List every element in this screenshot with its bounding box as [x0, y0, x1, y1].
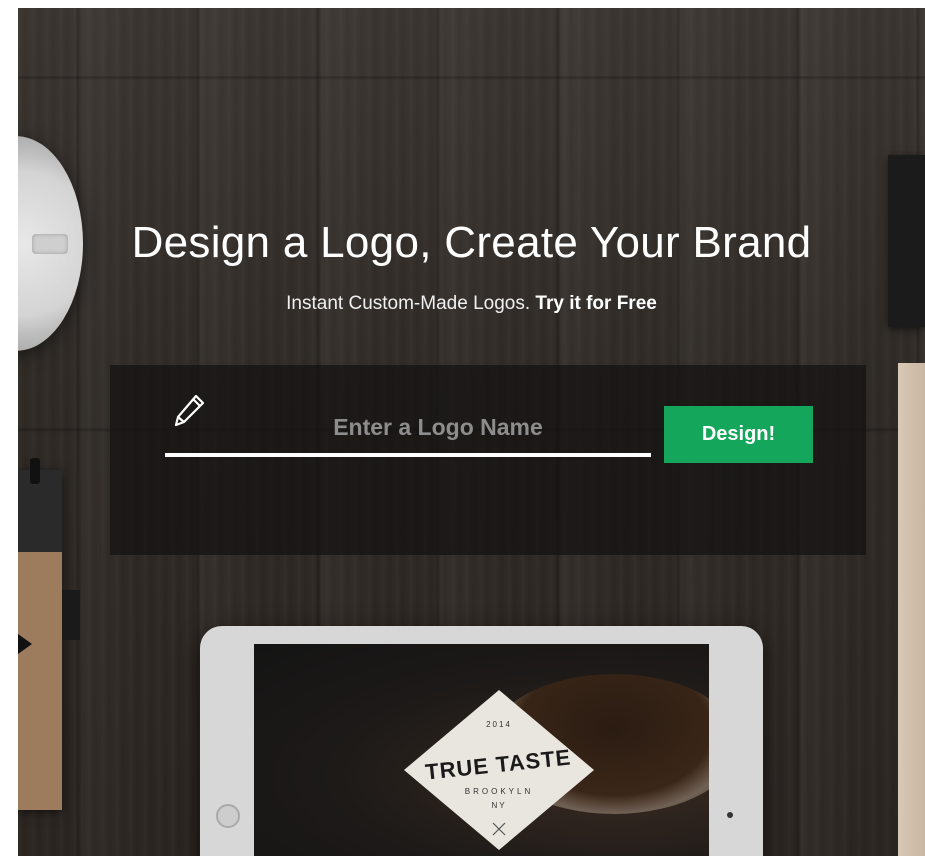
- design-button[interactable]: Design!: [664, 406, 813, 463]
- tablet-mockup-image: 2014 TRUE TASTE BROOKYLN NY: [200, 626, 763, 856]
- badge-city: BROOKYLN: [465, 787, 533, 796]
- hero-subtitle: Instant Custom-Made Logos. Try it for Fr…: [18, 293, 925, 315]
- tablet-home-button: [216, 804, 240, 828]
- journal-cover-image: [18, 470, 62, 552]
- pencil-icon: [174, 394, 205, 427]
- journal-strap-image: [62, 590, 80, 640]
- logo-name-input[interactable]: [165, 401, 651, 457]
- tablet-camera-dot: [727, 812, 733, 818]
- hero-section: Design a Logo, Create Your Brand Instant…: [18, 8, 925, 856]
- paper-bag-image: [898, 363, 925, 856]
- badge-state: NY: [491, 801, 506, 810]
- logo-form-panel: Design!: [110, 365, 866, 555]
- binder-clip-image: [30, 458, 40, 484]
- tablet-screen: 2014 TRUE TASTE BROOKYLN NY: [254, 644, 709, 856]
- journal-arrow-icon: [18, 634, 32, 654]
- true-taste-logo-badge: 2014 TRUE TASTE BROOKYLN NY: [404, 690, 594, 850]
- try-free-text: Try it for Free: [535, 293, 657, 314]
- hero-title: Design a Logo, Create Your Brand: [131, 218, 812, 267]
- badge-year: 2014: [486, 720, 512, 729]
- hero-subtitle-text: Instant Custom-Made Logos.: [286, 293, 531, 314]
